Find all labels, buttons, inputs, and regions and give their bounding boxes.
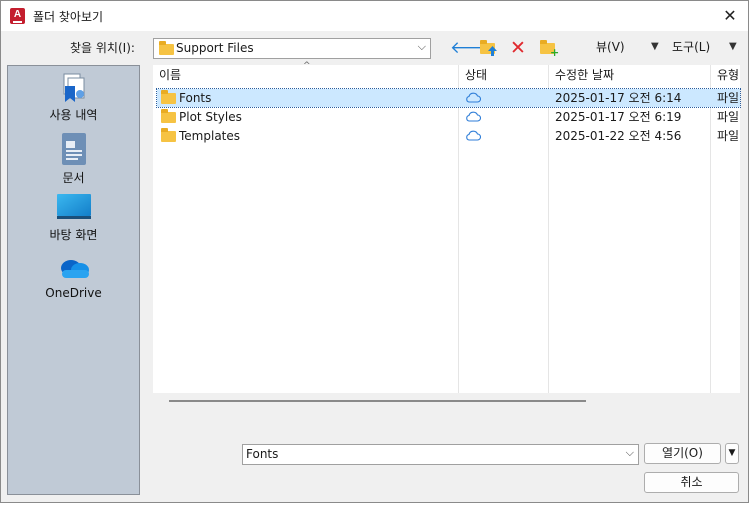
file-modified: 2025-01-17 오전 6:19	[555, 110, 682, 124]
file-modified: 2025-01-22 오전 4:56	[555, 129, 682, 143]
look-in-combo[interactable]: Support Files ⌵	[153, 38, 431, 59]
places-sidebar: 사용 내역 문서 바탕 화면 OneDrive	[7, 65, 140, 495]
cloud-icon	[466, 111, 481, 122]
column-header-type[interactable]: 유형	[717, 65, 739, 87]
autocad-app-icon: A	[10, 8, 25, 24]
title-bar: A 폴더 찾아보기 ✕	[1, 1, 748, 31]
file-type: 파일	[717, 91, 740, 105]
browse-folder-dialog: A 폴더 찾아보기 ✕ 찾을 위치(I): Support Files ⌵ 🡐 …	[0, 0, 749, 503]
list-item[interactable]: Fonts 2025-01-17 오전 6:14 파일	[156, 88, 741, 108]
file-type: 파일	[717, 129, 740, 143]
close-button[interactable]: ✕	[718, 5, 742, 27]
up-arrow-icon	[488, 46, 497, 56]
place-documents[interactable]: 문서	[8, 133, 139, 186]
sort-ascending-icon: ^	[303, 61, 311, 71]
folder-name-combo[interactable]: Fonts ⌵	[242, 444, 639, 465]
view-dropdown-arrow-icon[interactable]: ▼	[651, 38, 659, 58]
place-label: OneDrive	[45, 286, 102, 300]
tools-menu-button[interactable]: 도구(L)	[672, 38, 710, 58]
column-header-name[interactable]: 이름	[159, 65, 181, 87]
delete-button[interactable]: ✕	[508, 38, 528, 58]
onedrive-icon	[57, 256, 91, 280]
horizontal-scrollbar[interactable]	[153, 393, 740, 408]
file-name: Templates	[179, 129, 241, 143]
place-label: 문서	[62, 171, 85, 185]
back-button[interactable]: 🡐	[448, 38, 496, 58]
file-type: 파일	[717, 110, 740, 124]
up-one-level-button[interactable]	[478, 38, 498, 58]
cloud-icon	[466, 92, 481, 103]
file-name: Plot Styles	[179, 110, 242, 124]
list-item[interactable]: Plot Styles 2025-01-17 오전 6:19 파일	[157, 108, 740, 126]
tools-dropdown-arrow-icon[interactable]: ▼	[729, 38, 737, 58]
folder-icon	[161, 109, 176, 123]
plus-icon: +	[550, 46, 560, 59]
history-icon	[60, 72, 88, 104]
look-in-label: 찾을 위치(I):	[70, 41, 135, 55]
cloud-icon	[466, 130, 481, 141]
column-header-modified[interactable]: 수정한 날짜	[555, 65, 614, 87]
folder-name-value: Fonts	[246, 447, 279, 461]
folder-icon	[161, 90, 176, 104]
look-in-value: Support Files	[176, 41, 254, 55]
file-name: Fonts	[179, 91, 212, 105]
place-desktop[interactable]: 바탕 화면	[8, 194, 139, 243]
dialog-title: 폴더 찾아보기	[33, 10, 104, 24]
file-list[interactable]: ^ 이름 상태 수정한 날짜 유형 Fonts 2025-01-17 오전 6:…	[153, 61, 741, 393]
column-header-status[interactable]: 상태	[465, 65, 487, 87]
open-button[interactable]: 열기(O)	[644, 443, 721, 464]
place-label: 바탕 화면	[49, 228, 98, 242]
folder-icon	[161, 128, 176, 142]
delete-x-icon: ✕	[510, 37, 526, 59]
cancel-button[interactable]: 취소	[644, 472, 739, 493]
place-onedrive[interactable]: OneDrive	[8, 256, 139, 300]
place-history[interactable]: 사용 내역	[8, 72, 139, 123]
chevron-down-icon: ⌵	[417, 40, 426, 53]
folder-icon	[159, 41, 174, 55]
create-folder-button[interactable]: +	[538, 38, 560, 59]
desktop-icon	[56, 194, 91, 222]
documents-icon	[61, 133, 86, 165]
open-dropdown-arrow-icon[interactable]: ▼	[725, 443, 739, 464]
scrollbar-thumb[interactable]	[169, 400, 586, 402]
file-modified: 2025-01-17 오전 6:14	[555, 91, 682, 105]
chevron-down-icon: ⌵	[625, 446, 634, 459]
list-item[interactable]: Templates 2025-01-22 오전 4:56 파일	[157, 127, 740, 145]
place-label: 사용 내역	[49, 108, 98, 122]
view-menu-button[interactable]: 뷰(V)	[596, 38, 625, 58]
